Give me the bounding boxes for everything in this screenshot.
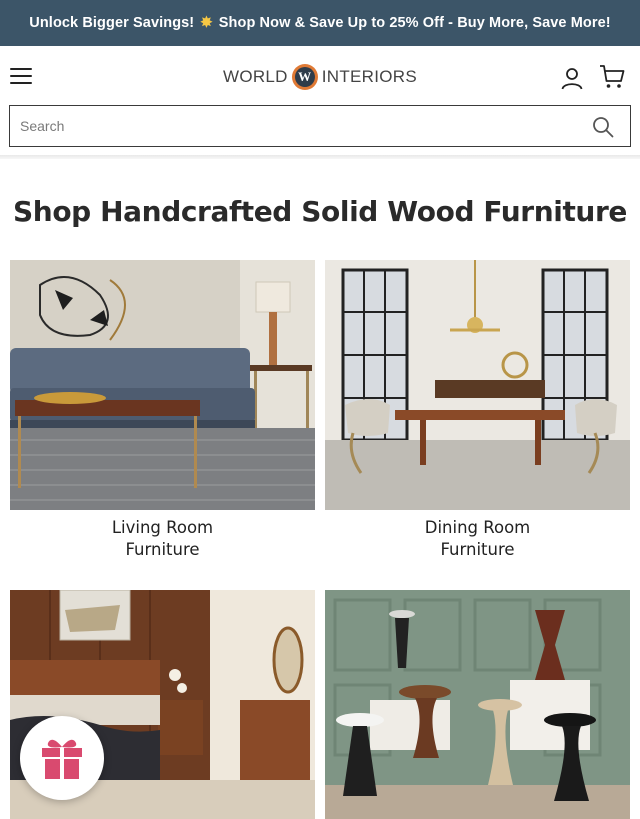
promo-text-start: Unlock Bigger Savings! — [29, 15, 195, 31]
logo-mark-icon: W — [291, 64, 318, 90]
category-tile-accent-tables[interactable] — [325, 590, 630, 819]
category-tile-living-room[interactable]: Living Room Furniture — [10, 260, 315, 561]
logo-word-world: WORLD — [222, 67, 288, 86]
user-account-icon[interactable] — [560, 66, 584, 90]
sparkle-icon: ✸ — [196, 15, 217, 31]
category-tile-dining-room[interactable]: Dining Room Furniture — [325, 260, 630, 561]
site-header: WORLD W INTERIORS — [0, 46, 640, 106]
living-room-image[interactable] — [10, 260, 315, 510]
dining-room-image[interactable] — [325, 260, 630, 510]
gift-rewards-button[interactable] — [20, 716, 104, 800]
search-icon[interactable] — [592, 116, 614, 138]
hamburger-menu-icon[interactable] — [10, 68, 32, 84]
category-caption[interactable]: Dining Room Furniture — [325, 517, 630, 561]
search-input[interactable] — [10, 106, 570, 146]
promo-banner[interactable]: Unlock Bigger Savings! ✸ Shop Now & Save… — [0, 0, 640, 46]
site-logo[interactable]: WORLD W INTERIORS — [223, 64, 417, 90]
category-caption[interactable]: Living Room Furniture — [10, 517, 315, 561]
logo-word-interiors: INTERIORS — [321, 67, 418, 86]
gift-icon — [42, 739, 82, 779]
search-bar — [9, 105, 631, 147]
accent-tables-image[interactable] — [325, 590, 630, 819]
header-divider — [0, 155, 640, 159]
promo-text-end: Shop Now & Save Up to 25% Off - Buy More… — [218, 15, 611, 31]
shopping-cart-icon[interactable] — [598, 63, 626, 91]
page-heading: Shop Handcrafted Solid Wood Furniture — [13, 195, 627, 228]
